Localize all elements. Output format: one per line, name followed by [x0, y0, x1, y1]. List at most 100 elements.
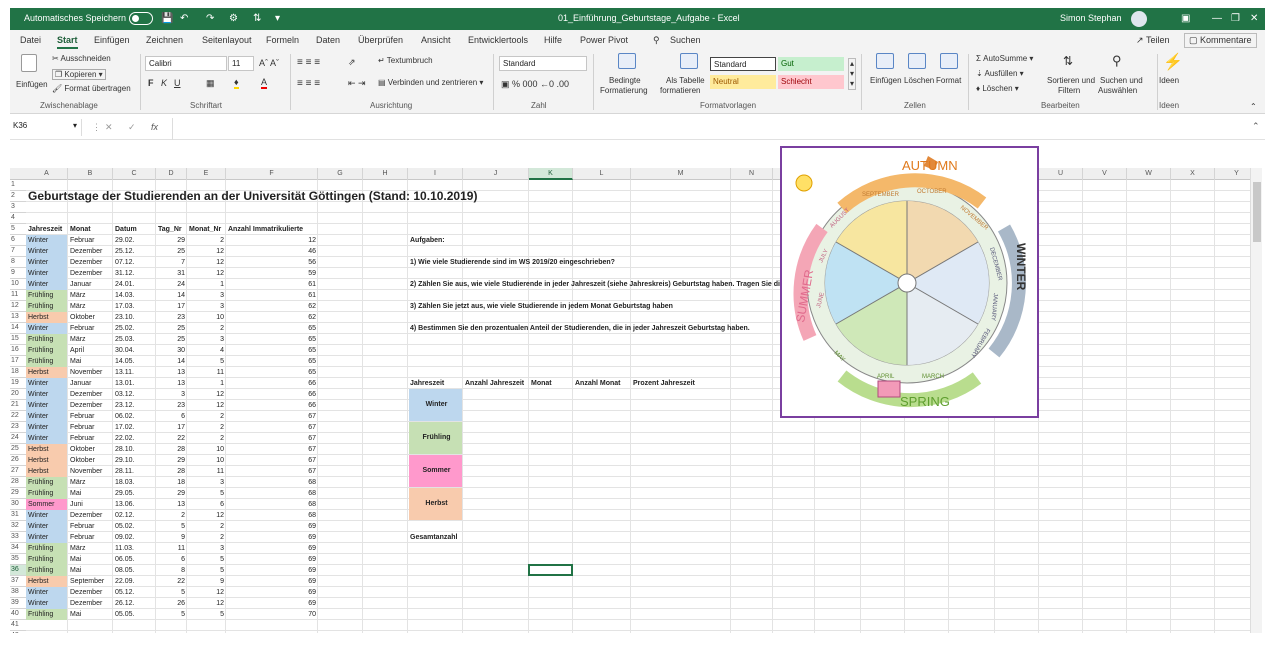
column-header[interactable]: F [226, 168, 318, 180]
summary-header[interactable]: Jahreszeit [410, 378, 461, 389]
column-header[interactable]: B [68, 168, 113, 180]
summary-header[interactable]: Monat [531, 378, 571, 389]
row-header[interactable]: 13 [10, 312, 26, 323]
summary-header[interactable]: Anzahl Jahreszeit [465, 378, 527, 389]
day-number-cell[interactable]: 14 [158, 356, 185, 367]
enrolled-count-cell[interactable]: 69 [228, 554, 316, 565]
enrolled-count-cell[interactable]: 69 [228, 532, 316, 543]
cell-area[interactable]: Geburtstage der Studierenden an der Univ… [26, 180, 1250, 633]
task-4[interactable]: 4) Bestimmen Sie den prozentualen Anteil… [410, 323, 750, 334]
month-number-cell[interactable]: 3 [189, 477, 224, 488]
column-header[interactable]: G [318, 168, 363, 180]
row-header[interactable]: 5 [10, 224, 26, 235]
row-header[interactable]: 36 [10, 565, 26, 576]
enrolled-count-cell[interactable]: 65 [228, 367, 316, 378]
avatar[interactable] [1131, 11, 1147, 27]
month-cell[interactable]: Oktober [70, 444, 111, 455]
date-cell[interactable]: 25.03. [115, 334, 154, 345]
season-cell[interactable]: Frühling [26, 565, 67, 576]
season-cell[interactable]: Herbst [26, 576, 67, 587]
column-header[interactable]: C [113, 168, 156, 180]
autosum-button[interactable]: Σ AutoSumme ▾ [976, 54, 1033, 63]
row-header[interactable]: 16 [10, 345, 26, 356]
date-cell[interactable]: 25.12. [115, 246, 154, 257]
row-header[interactable]: 40 [10, 609, 26, 620]
month-cell[interactable]: Dezember [70, 400, 111, 411]
sort-icon[interactable]: ⇅ [253, 12, 261, 26]
table-header[interactable]: Jahreszeit [28, 224, 66, 235]
row-header[interactable]: 33 [10, 532, 26, 543]
date-cell[interactable]: 25.02. [115, 323, 154, 334]
season-cell[interactable]: Winter [26, 268, 67, 279]
month-cell[interactable]: Februar [70, 422, 111, 433]
date-cell[interactable]: 11.03. [115, 543, 154, 554]
month-number-cell[interactable]: 3 [189, 301, 224, 312]
summary-header[interactable]: Anzahl Monat [575, 378, 629, 389]
enrolled-count-cell[interactable]: 62 [228, 301, 316, 312]
enrolled-count-cell[interactable]: 67 [228, 455, 316, 466]
season-cell[interactable]: Herbst [26, 367, 67, 378]
row-header[interactable]: 15 [10, 334, 26, 345]
enrolled-count-cell[interactable]: 69 [228, 587, 316, 598]
row-header[interactable]: 24 [10, 433, 26, 444]
search-icon[interactable]: ⚲ [653, 35, 660, 46]
enrolled-count-cell[interactable]: 66 [228, 400, 316, 411]
comments-button[interactable]: ▢ Kommentare [1184, 33, 1257, 48]
season-cell[interactable]: Winter [26, 433, 67, 444]
month-number-cell[interactable]: 4 [189, 345, 224, 356]
styles-gallery-scroll[interactable]: ▴ ▾ ▾ [848, 58, 857, 90]
date-cell[interactable]: 05.02. [115, 521, 154, 532]
month-cell[interactable]: Mai [70, 356, 111, 367]
bold-icon[interactable]: F [148, 78, 154, 88]
table-header[interactable]: Monat [70, 224, 111, 235]
enrolled-count-cell[interactable]: 69 [228, 565, 316, 576]
row-header[interactable]: 25 [10, 444, 26, 455]
season-cell[interactable]: Frühling [26, 543, 67, 554]
month-cell[interactable]: Februar [70, 235, 111, 246]
date-cell[interactable]: 28.10. [115, 444, 154, 455]
season-cell[interactable]: Herbst [26, 466, 67, 477]
day-number-cell[interactable]: 23 [158, 400, 185, 411]
day-number-cell[interactable]: 22 [158, 433, 185, 444]
close-icon[interactable]: ✕ [1250, 12, 1258, 26]
column-header[interactable]: U [1039, 168, 1083, 180]
search-box[interactable]: Suchen [670, 35, 701, 45]
day-number-cell[interactable]: 7 [158, 257, 185, 268]
day-number-cell[interactable]: 30 [158, 345, 185, 356]
date-cell[interactable]: 23.10. [115, 312, 154, 323]
row-header[interactable]: 7 [10, 246, 26, 257]
enrolled-count-cell[interactable]: 46 [228, 246, 316, 257]
day-number-cell[interactable]: 13 [158, 499, 185, 510]
date-cell[interactable]: 05.12. [115, 587, 154, 598]
summary-season-cell[interactable]: Sommer [409, 455, 462, 487]
month-number-cell[interactable]: 10 [189, 312, 224, 323]
row-header[interactable]: 26 [10, 455, 26, 466]
row-header[interactable]: 14 [10, 323, 26, 334]
day-number-cell[interactable]: 25 [158, 334, 185, 345]
day-number-cell[interactable]: 13 [158, 378, 185, 389]
vertical-scrollbar[interactable] [1250, 168, 1262, 633]
undo-icon[interactable]: ↶ [180, 12, 188, 26]
season-cell[interactable]: Winter [26, 510, 67, 521]
row-header[interactable]: 17 [10, 356, 26, 367]
tab-ueberpruefen[interactable]: Überprüfen [358, 35, 403, 45]
format-as-table-icon[interactable] [680, 53, 698, 69]
month-cell[interactable]: März [70, 334, 111, 345]
day-number-cell[interactable]: 25 [158, 323, 185, 334]
row-header[interactable]: 1 [10, 180, 26, 191]
date-cell[interactable]: 06.02. [115, 411, 154, 422]
font-size-select[interactable]: 11 [228, 56, 254, 71]
date-cell[interactable]: 07.12. [115, 257, 154, 268]
tab-power-pivot[interactable]: Power Pivot [580, 35, 628, 45]
enrolled-count-cell[interactable]: 67 [228, 411, 316, 422]
task-1[interactable]: 1) Wie viele Studierende sind im WS 2019… [410, 257, 615, 268]
tab-start[interactable]: Start [57, 35, 78, 49]
date-cell[interactable]: 14.05. [115, 356, 154, 367]
season-cell[interactable]: Winter [26, 257, 67, 268]
row-header[interactable]: 9 [10, 268, 26, 279]
date-cell[interactable]: 05.05. [115, 609, 154, 620]
season-cell[interactable]: Winter [26, 279, 67, 290]
merge-center-button[interactable]: ▤ Verbinden und zentrieren ▾ [378, 78, 483, 87]
month-number-cell[interactable]: 5 [189, 488, 224, 499]
expand-formula-icon[interactable]: ⌃ [1252, 121, 1260, 132]
